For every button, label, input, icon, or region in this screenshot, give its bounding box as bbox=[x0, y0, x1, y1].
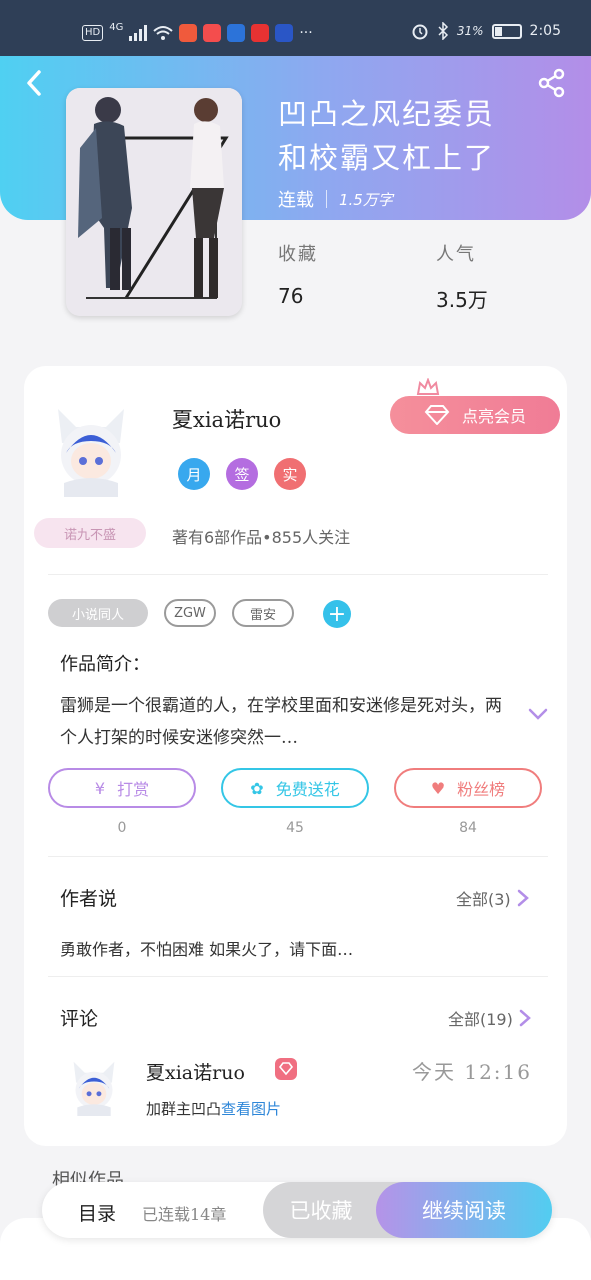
author-stats: 著有6部作品•855人关注 bbox=[172, 528, 351, 547]
book-title-line2: 和校霸又杠上了 bbox=[278, 141, 496, 175]
diamond-icon bbox=[424, 405, 450, 425]
favorites-stat: 收藏 76 bbox=[278, 240, 318, 308]
fan-ranking-label: 粉丝榜 bbox=[457, 780, 506, 799]
crown-icon bbox=[416, 378, 440, 395]
commenter-name[interactable]: 夏xia诺ruo bbox=[146, 1058, 245, 1085]
continue-reading-label: 继续阅读 bbox=[422, 1199, 506, 1223]
send-flower-button[interactable]: ✿ 免费送花 bbox=[221, 768, 369, 808]
vip-diamond-icon bbox=[275, 1058, 297, 1080]
clock: 2:05 bbox=[529, 23, 561, 39]
activate-vip-button[interactable]: 点亮会员 bbox=[390, 396, 560, 434]
tag-zgw[interactable]: ZGW bbox=[164, 599, 216, 627]
badge-glyph: 月 bbox=[186, 465, 202, 484]
badge-glyph: 签 bbox=[234, 465, 250, 484]
comments-heading: 评论 bbox=[60, 1008, 99, 1030]
divider bbox=[48, 976, 548, 977]
fan-count: 84 bbox=[459, 820, 477, 836]
author-says-text[interactable]: 勇敢作者，不怕困难 如果火了，请下面… bbox=[60, 936, 353, 960]
fan-ranking-button[interactable]: ♥ 粉丝榜 bbox=[394, 768, 542, 808]
popularity-value: 3.5万 bbox=[436, 288, 488, 312]
user-heart-icon: ♥ bbox=[430, 778, 446, 798]
comment-text: 加群主凹凸查看图片 bbox=[146, 1098, 281, 1119]
author-title-tag: 诺九不盛 bbox=[34, 518, 146, 548]
chevron-down-icon[interactable] bbox=[527, 704, 549, 724]
signed-badge[interactable]: 签 bbox=[226, 458, 258, 490]
author-name[interactable]: 夏xia诺ruo bbox=[172, 404, 281, 434]
comments-more-link[interactable]: 全部(19) bbox=[448, 1006, 531, 1030]
signal-icon bbox=[129, 25, 148, 41]
status-left: HD 4G ··· bbox=[82, 21, 313, 42]
book-cover-image[interactable] bbox=[66, 88, 242, 316]
wifi-icon bbox=[153, 26, 174, 40]
book-title-line1: 凹凸之风纪委员 bbox=[278, 97, 496, 131]
back-arrow-icon[interactable] bbox=[22, 68, 48, 98]
chevron-right-icon bbox=[519, 1009, 531, 1027]
book-meta: 连载 1.5万字 bbox=[278, 186, 393, 212]
popularity-stat: 人气 3.5万 bbox=[436, 240, 488, 313]
serial-status: 连载 bbox=[278, 190, 314, 211]
flower-count: 45 bbox=[286, 820, 304, 836]
tip-label: 打赏 bbox=[117, 780, 150, 799]
meta-divider bbox=[326, 190, 327, 208]
monthly-badge[interactable]: 月 bbox=[178, 458, 210, 490]
synopsis-text[interactable]: 雷狮是一个很霸道的人，在学校里面和安迷修是死对头，两个人打架的时候安迷修突然一… bbox=[60, 690, 510, 754]
divider bbox=[48, 574, 548, 575]
comments-more-label: 全部(19) bbox=[448, 1010, 513, 1029]
favorites-label: 收藏 bbox=[278, 244, 318, 265]
network-label: 4G bbox=[109, 21, 124, 33]
author-says-more-label: 全部(3) bbox=[456, 890, 511, 909]
hd-indicator: HD bbox=[82, 25, 104, 41]
bluetooth-icon bbox=[438, 22, 448, 40]
vip-button-label: 点亮会员 bbox=[461, 407, 526, 426]
app-notification-icon bbox=[227, 24, 246, 42]
word-count: 1.5万字 bbox=[339, 190, 393, 209]
author-says-heading: 作者说 bbox=[60, 888, 118, 910]
favorites-value: 76 bbox=[278, 284, 304, 308]
app-notification-icon bbox=[251, 24, 270, 42]
send-flower-label: 免费送花 bbox=[275, 780, 340, 799]
author-says-more-link[interactable]: 全部(3) bbox=[456, 886, 529, 910]
comment-body: 加群主凹凸 bbox=[146, 1100, 222, 1118]
app-notification-icon bbox=[179, 24, 198, 42]
commenter-avatar[interactable] bbox=[68, 1058, 120, 1116]
table-of-contents-button[interactable]: 目录 bbox=[78, 1199, 116, 1226]
popularity-label: 人气 bbox=[436, 244, 476, 265]
author-avatar[interactable] bbox=[50, 403, 132, 497]
yen-icon: ¥ bbox=[94, 778, 106, 798]
status-bar: HD 4G ··· 31% 2:05 bbox=[0, 0, 591, 56]
tip-button[interactable]: ¥ 打赏 bbox=[48, 768, 196, 808]
alarm-icon bbox=[412, 24, 428, 40]
book-title: 凹凸之风纪委员 和校霸又杠上了 bbox=[278, 92, 568, 180]
view-image-link[interactable]: 查看图片 bbox=[221, 1100, 281, 1118]
tip-count: 0 bbox=[117, 820, 127, 836]
chevron-right-icon bbox=[517, 889, 529, 907]
more-notifications-icon: ··· bbox=[299, 25, 313, 41]
status-right: 31% 2:05 bbox=[411, 22, 561, 40]
app-notification-icon bbox=[203, 24, 222, 42]
divider bbox=[48, 856, 548, 857]
synopsis-heading: 作品简介： bbox=[60, 654, 150, 675]
battery-percent: 31% bbox=[456, 24, 484, 38]
verified-badge[interactable]: 实 bbox=[274, 458, 306, 490]
favorited-label: 已收藏 bbox=[289, 1199, 353, 1223]
plus-icon: + bbox=[327, 601, 347, 627]
tag-category[interactable]: 小说同人 bbox=[48, 599, 148, 627]
continue-reading-button[interactable]: 继续阅读 bbox=[376, 1182, 552, 1238]
flower-icon: ✿ bbox=[250, 778, 264, 798]
app-notification-icon bbox=[275, 24, 294, 42]
badge-glyph: 实 bbox=[282, 465, 298, 484]
chapter-count[interactable]: 已连载14章 bbox=[142, 1201, 226, 1225]
tag-pairing[interactable]: 雷安 bbox=[232, 599, 294, 627]
battery-icon bbox=[491, 23, 522, 39]
comment-time: 今天 12:16 bbox=[412, 1060, 532, 1084]
add-tag-button[interactable]: + bbox=[323, 600, 351, 628]
